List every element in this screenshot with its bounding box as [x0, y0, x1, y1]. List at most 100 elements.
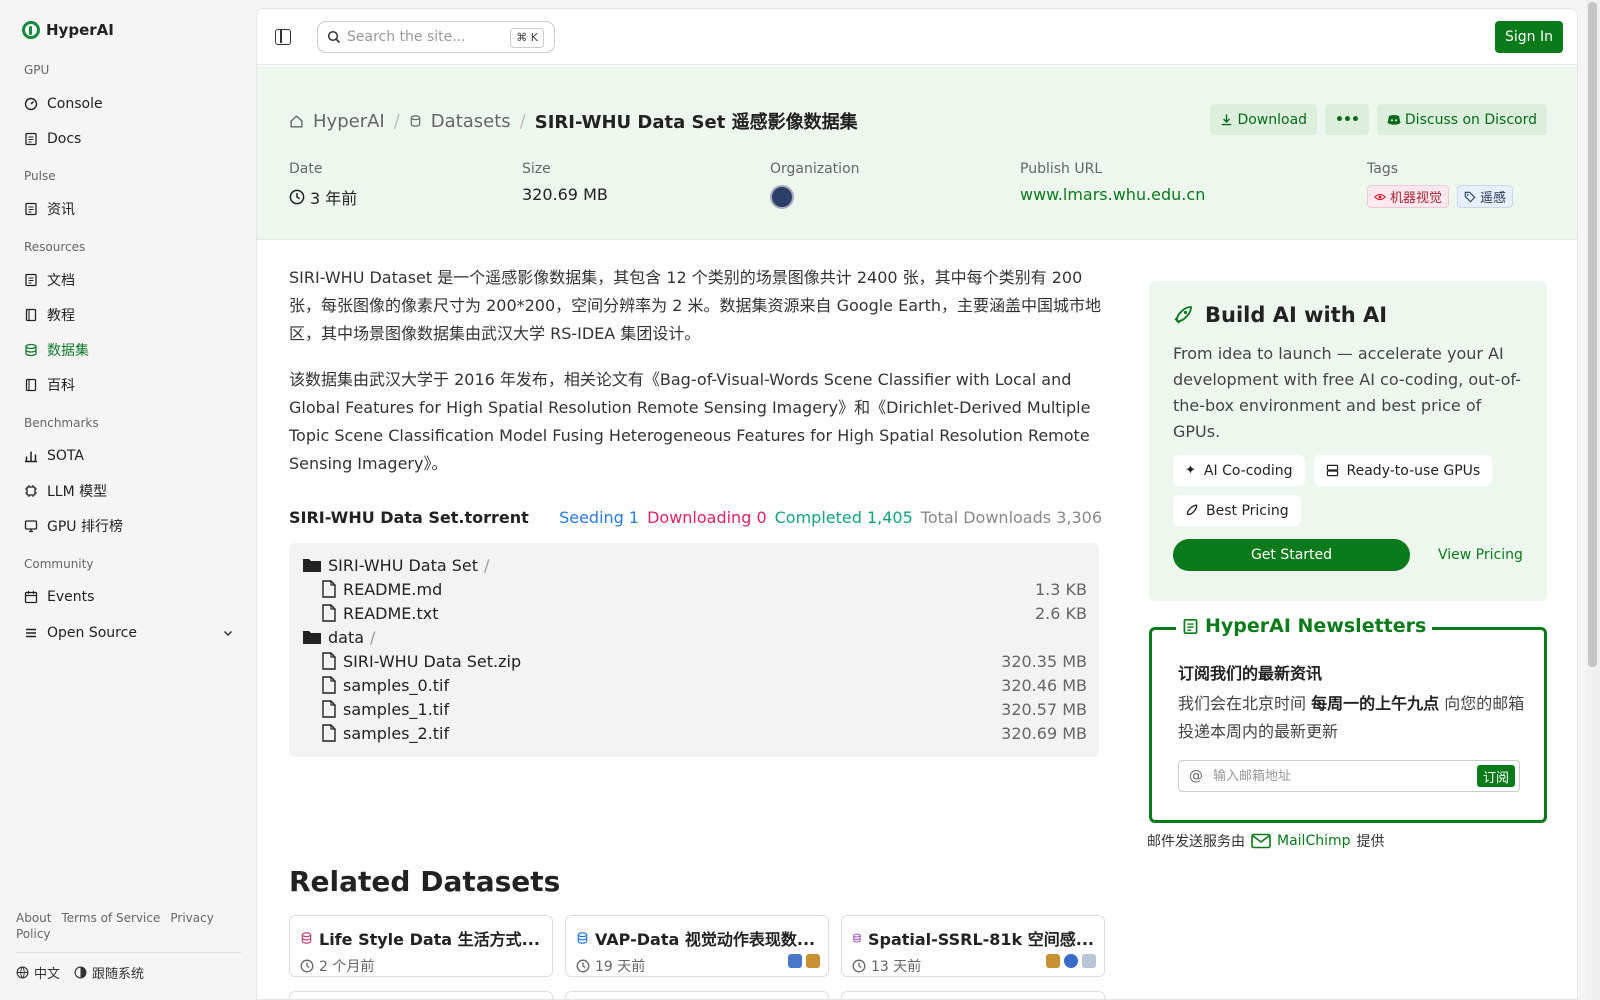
- file-name: samples_2.tif: [343, 723, 450, 743]
- search-box[interactable]: ⌘ K: [317, 21, 555, 53]
- sidebar-item-label: 教程: [47, 308, 75, 324]
- sidebar-item-llm[interactable]: LLM 模型: [24, 479, 234, 503]
- description-paragraph-2: 该数据集由武汉大学于 2016 年发布，相关论文有《Bag-of-Visual-…: [289, 370, 1091, 473]
- rocket-icon: [1186, 504, 1198, 516]
- org-logo-icon: [788, 954, 802, 968]
- torrent-stats: Seeding 1 Downloading 0 Completed 1,405 …: [559, 508, 1102, 527]
- language-switch[interactable]: 中文: [16, 963, 60, 982]
- file-icon: [322, 604, 336, 622]
- sidebar-item-tutorials[interactable]: 教程: [24, 303, 234, 327]
- publish-url-link[interactable]: www.lmars.whu.edu.cn: [1020, 185, 1205, 204]
- sidebar-item-open-source[interactable]: Open Source: [24, 621, 234, 645]
- file-size: 320.69 MB: [1001, 723, 1087, 743]
- view-pricing-link[interactable]: View Pricing: [1438, 547, 1523, 563]
- file-size: 1.3 KB: [1035, 579, 1087, 599]
- news-icon: [24, 202, 38, 216]
- sidebar-item-label: GPU 排行榜: [47, 519, 123, 535]
- tags-label: Tags: [1367, 161, 1398, 177]
- tag-label: 机器视觉: [1390, 191, 1443, 206]
- file-row[interactable]: SIRI-WHU Data Set /: [289, 553, 1099, 577]
- seeding-count: Seeding 1: [559, 508, 640, 527]
- sidebar-item-gpu-ranking[interactable]: GPU 排行榜: [24, 514, 234, 538]
- file-row[interactable]: SIRI-WHU Data Set.zip 320.35 MB: [289, 649, 1099, 673]
- database-icon: [577, 932, 588, 944]
- sidebar-toggle-icon[interactable]: [275, 29, 291, 45]
- org-logo-icon: [1082, 954, 1096, 968]
- sidebar-item-sota[interactable]: SOTA: [24, 444, 234, 468]
- chip-label: Best Pricing: [1206, 502, 1289, 519]
- related-dataset-card[interactable]: Life Style Data 生活方式... 2 个月前: [289, 915, 553, 977]
- tag-remote-sensing[interactable]: 遥感: [1457, 185, 1514, 208]
- related-dataset-card[interactable]: [841, 991, 1105, 999]
- provider-post: 提供: [1356, 834, 1385, 850]
- subscribe-button[interactable]: 订阅: [1476, 765, 1515, 787]
- sidebar-item-docs-cn[interactable]: 文档: [24, 268, 234, 292]
- scrollbar-thumb[interactable]: [1588, 2, 1597, 667]
- mail-icon: [1251, 833, 1271, 849]
- related-dataset-card[interactable]: [565, 991, 829, 999]
- more-options-button[interactable]: •••: [1325, 104, 1369, 135]
- related-dataset-card[interactable]: [289, 991, 553, 999]
- related-datasets-heading: Related Datasets: [289, 865, 561, 898]
- file-row[interactable]: samples_1.tif 320.57 MB: [289, 697, 1099, 721]
- clock-icon: [852, 959, 866, 973]
- sidebar-item-events[interactable]: Events: [24, 585, 234, 609]
- date-value: 3 年前: [289, 185, 357, 209]
- file-row[interactable]: samples_2.tif 320.69 MB: [289, 721, 1099, 745]
- breadcrumb-datasets[interactable]: Datasets: [431, 111, 511, 132]
- sign-in-button[interactable]: Sign In: [1495, 21, 1563, 53]
- header-actions: Download ••• Discuss on Discord: [1210, 104, 1547, 135]
- sidebar-item-console[interactable]: Console: [24, 92, 234, 116]
- discord-button[interactable]: Discuss on Discord: [1376, 104, 1547, 135]
- chevron-down-icon[interactable]: [222, 627, 234, 643]
- breadcrumb-home[interactable]: HyperAI: [313, 111, 385, 132]
- folder-icon: [303, 631, 321, 644]
- chip-label: Ready-to-use GPUs: [1346, 462, 1481, 479]
- sidebar-item-docs[interactable]: Docs: [24, 127, 234, 151]
- bar-chart-icon: [24, 449, 38, 463]
- publish-url-label: Publish URL: [1020, 161, 1103, 177]
- file-icon: [322, 676, 336, 694]
- theme-switch[interactable]: 跟随系统: [74, 963, 144, 982]
- related-dataset-card[interactable]: VAP-Data 视觉动作表现数... 19 天前: [565, 915, 829, 977]
- downloading-count: Downloading 0: [647, 508, 767, 527]
- file-row[interactable]: README.txt 2.6 KB: [289, 601, 1099, 625]
- build-ai-title: Build AI with AI: [1205, 303, 1388, 327]
- mailchimp-link[interactable]: MailChimp: [1277, 833, 1351, 849]
- about-link[interactable]: About: [16, 911, 51, 925]
- sidebar-item-wiki[interactable]: 百科: [24, 373, 234, 397]
- tag-machine-vision[interactable]: 机器视觉: [1367, 185, 1450, 208]
- download-label: Download: [1237, 111, 1308, 128]
- file-row[interactable]: samples_0.tif 320.46 MB: [289, 673, 1099, 697]
- file-row[interactable]: data /: [289, 625, 1099, 649]
- file-icon: [322, 652, 336, 670]
- file-icon: [322, 724, 336, 742]
- mail-provider-note: 邮件发送服务由 MailChimp 提供: [1147, 831, 1385, 851]
- clock-icon: [300, 959, 314, 973]
- brand-logo[interactable]: HyperAI: [22, 21, 114, 39]
- download-button[interactable]: Download: [1210, 104, 1318, 135]
- email-input[interactable]: [1213, 768, 1453, 784]
- sidebar-item-news[interactable]: 资讯: [24, 197, 234, 221]
- related-dataset-card[interactable]: Spatial-SSRL-81k 空间感... 13 天前: [841, 915, 1105, 977]
- group-title-community: Community: [24, 557, 94, 571]
- email-field[interactable]: @ 订阅: [1178, 760, 1520, 792]
- globe-icon: [16, 966, 29, 979]
- page-scrollbar[interactable]: [1586, 0, 1600, 1000]
- calendar-icon: [24, 590, 38, 604]
- sidebar-item-label: 资讯: [47, 202, 75, 218]
- gauge-icon: [24, 97, 38, 111]
- chip-gpus: Ready-to-use GPUs: [1313, 455, 1493, 486]
- file-name: SIRI-WHU Data Set.zip: [343, 651, 522, 671]
- search-input[interactable]: [347, 29, 507, 45]
- file-size: 320.46 MB: [1001, 675, 1087, 695]
- get-started-button[interactable]: Get Started: [1173, 539, 1410, 571]
- chip-label: AI Co-coding: [1203, 462, 1293, 479]
- sidebar-item-datasets[interactable]: 数据集: [24, 338, 234, 362]
- newsletter-panel: HyperAI Newsletters 订阅我们的最新资讯 我们会在北京时间 每…: [1149, 615, 1547, 823]
- sidebar-footer: About Terms of Service Privacy Policy: [16, 910, 241, 942]
- organization-value[interactable]: [770, 185, 794, 209]
- tags-list: 机器视觉 遥感: [1367, 185, 1514, 208]
- terms-link[interactable]: Terms of Service: [61, 911, 160, 925]
- file-row[interactable]: README.md 1.3 KB: [289, 577, 1099, 601]
